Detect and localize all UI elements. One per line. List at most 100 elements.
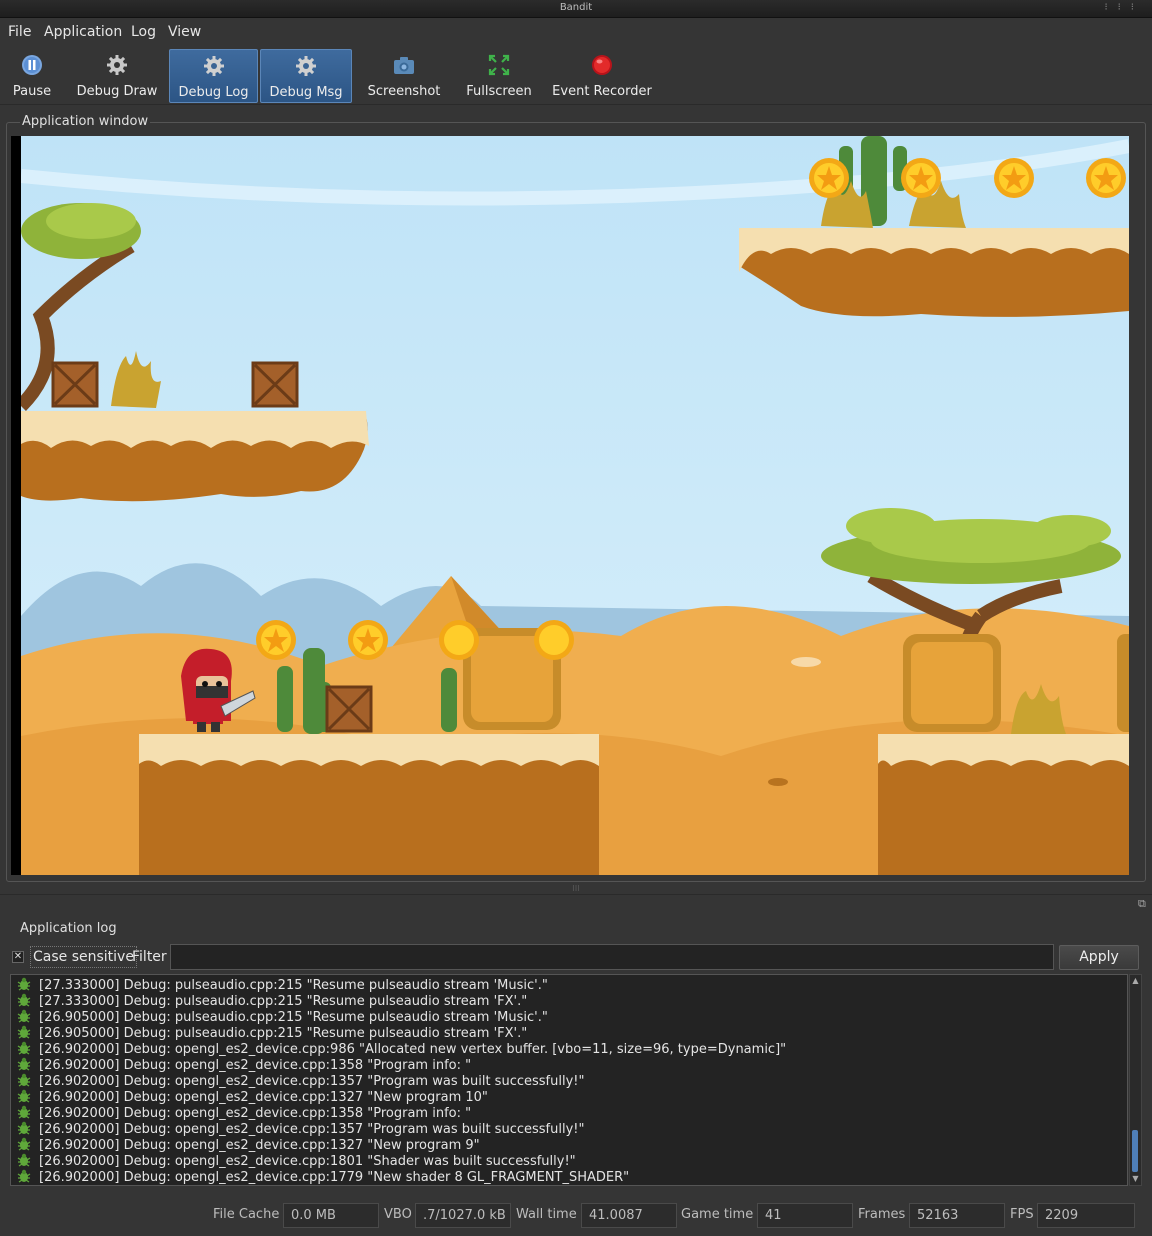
debug-log-button[interactable]: Debug Log bbox=[169, 49, 258, 103]
wall-time-value: 41.0087 bbox=[581, 1203, 677, 1228]
scrollbar-thumb[interactable] bbox=[1132, 1130, 1138, 1172]
bug-icon bbox=[17, 1009, 31, 1023]
coin bbox=[809, 158, 849, 198]
bug-icon bbox=[17, 1105, 31, 1119]
pause-button[interactable]: Pause bbox=[4, 49, 60, 103]
pause-label: Pause bbox=[12, 84, 52, 99]
filter-label: Filter bbox=[132, 949, 167, 965]
log-entry-text: [26.902000] Debug: opengl_es2_device.cpp… bbox=[39, 1122, 585, 1137]
scroll-down-icon[interactable]: ▼ bbox=[1130, 1174, 1141, 1184]
application-window-title: Application window bbox=[20, 114, 151, 129]
log-entry[interactable]: [26.905000] Debug: pulseaudio.cpp:215 "R… bbox=[17, 1025, 527, 1041]
ground-right bbox=[878, 734, 1129, 875]
log-entry[interactable]: [26.905000] Debug: pulseaudio.cpp:215 "R… bbox=[17, 1009, 548, 1025]
fullscreen-icon bbox=[488, 54, 510, 76]
menu-log[interactable]: Log bbox=[131, 24, 156, 40]
log-entry[interactable]: [26.902000] Debug: opengl_es2_device.cpp… bbox=[17, 1089, 488, 1105]
log-entry-text: [26.902000] Debug: opengl_es2_device.cpp… bbox=[39, 1106, 472, 1121]
coin bbox=[1086, 158, 1126, 198]
case-sensitive-label[interactable]: Case sensitive bbox=[30, 946, 137, 968]
log-list[interactable]: [27.333000] Debug: pulseaudio.cpp:215 "R… bbox=[10, 974, 1128, 1186]
bug-icon bbox=[17, 977, 31, 991]
log-entry[interactable]: [26.902000] Debug: opengl_es2_device.cpp… bbox=[17, 1121, 584, 1137]
event-recorder-button[interactable]: Event Recorder bbox=[548, 49, 656, 103]
crate bbox=[325, 685, 373, 733]
coin bbox=[256, 620, 296, 660]
bug-icon bbox=[17, 1089, 31, 1103]
log-entry-text: [26.905000] Debug: pulseaudio.cpp:215 "R… bbox=[39, 1010, 548, 1025]
wall-time-label: Wall time bbox=[516, 1207, 577, 1222]
log-entry-text: [26.902000] Debug: opengl_es2_device.cpp… bbox=[39, 1138, 480, 1153]
screenshot-button[interactable]: Screenshot bbox=[362, 49, 446, 103]
case-sensitive-checkbox[interactable]: ✕ bbox=[12, 951, 24, 963]
fps-label: FPS bbox=[1010, 1207, 1034, 1222]
platform-right-top bbox=[739, 228, 1129, 317]
log-entry[interactable]: [26.902000] Debug: opengl_es2_device.cpp… bbox=[17, 1057, 471, 1073]
bug-icon bbox=[17, 993, 31, 1007]
record-icon bbox=[592, 55, 612, 75]
apply-button[interactable]: Apply bbox=[1059, 945, 1139, 970]
coin bbox=[534, 620, 574, 660]
gear-icon bbox=[296, 56, 316, 76]
bug-icon bbox=[17, 1025, 31, 1039]
file-cache-value: 0.0 MB bbox=[283, 1203, 379, 1228]
frames-value: 52163 bbox=[909, 1203, 1005, 1228]
pause-icon bbox=[22, 55, 42, 75]
window-title: Bandit bbox=[559, 2, 593, 13]
menu-application[interactable]: Application bbox=[44, 24, 122, 40]
log-scrollbar[interactable]: ▲ ▼ bbox=[1129, 974, 1142, 1186]
debug-draw-button[interactable]: Debug Draw bbox=[72, 49, 162, 103]
bug-icon bbox=[17, 1121, 31, 1135]
bug-icon bbox=[17, 1041, 31, 1055]
camera-icon bbox=[394, 57, 414, 74]
game-time-value: 41 bbox=[757, 1203, 853, 1228]
scroll-up-icon[interactable]: ▲ bbox=[1130, 976, 1141, 986]
bug-icon bbox=[17, 1169, 31, 1183]
debug-msg-label: Debug Msg bbox=[269, 85, 343, 100]
game-time-label: Game time bbox=[681, 1207, 754, 1222]
game-viewport[interactable] bbox=[11, 136, 1129, 875]
fullscreen-button[interactable]: Fullscreen bbox=[460, 49, 538, 103]
log-entry[interactable]: [26.902000] Debug: opengl_es2_device.cpp… bbox=[17, 1105, 471, 1121]
toolbar: Pause Debug Draw Debug Log Debug Msg Scr… bbox=[0, 47, 1152, 105]
log-entry[interactable]: [27.333000] Debug: pulseaudio.cpp:215 "R… bbox=[17, 993, 527, 1009]
vbo-label: VBO bbox=[384, 1207, 412, 1222]
window-titlebar: Bandit ⁝⁝⁝ bbox=[0, 0, 1152, 18]
debug-log-label: Debug Log bbox=[178, 85, 249, 100]
log-entry[interactable]: [26.902000] Debug: opengl_es2_device.cpp… bbox=[17, 1073, 584, 1089]
float-panel-icon[interactable]: ⧉ bbox=[1138, 897, 1146, 911]
menu-file[interactable]: File bbox=[8, 24, 31, 40]
fullscreen-label: Fullscreen bbox=[466, 84, 532, 99]
coin bbox=[901, 158, 941, 198]
game-scene bbox=[21, 136, 1129, 875]
log-entry-text: [26.902000] Debug: opengl_es2_device.cpp… bbox=[39, 1170, 630, 1185]
debug-draw-label: Debug Draw bbox=[76, 84, 158, 99]
bug-icon bbox=[17, 1137, 31, 1151]
bug-icon bbox=[17, 1073, 31, 1087]
vbo-value: .7/1027.0 kB bbox=[415, 1203, 511, 1228]
log-entry-text: [27.333000] Debug: pulseaudio.cpp:215 "R… bbox=[39, 978, 548, 993]
log-entry[interactable]: [27.333000] Debug: pulseaudio.cpp:215 "R… bbox=[17, 977, 548, 993]
menu-view[interactable]: View bbox=[168, 24, 201, 40]
panel-splitter[interactable]: ⁝⁝⁝ bbox=[0, 884, 1152, 894]
filter-input[interactable] bbox=[170, 944, 1054, 970]
log-entry-text: [26.902000] Debug: opengl_es2_device.cpp… bbox=[39, 1042, 787, 1057]
file-cache-label: File Cache bbox=[213, 1207, 280, 1222]
bug-icon bbox=[17, 1057, 31, 1071]
stone-block bbox=[903, 634, 1001, 732]
fps-value: 2209 bbox=[1037, 1203, 1135, 1228]
log-entry[interactable]: [26.902000] Debug: opengl_es2_device.cpp… bbox=[17, 1041, 786, 1057]
log-entry[interactable]: [26.902000] Debug: opengl_es2_device.cpp… bbox=[17, 1153, 576, 1169]
bug-icon bbox=[17, 1153, 31, 1167]
ground-left bbox=[139, 734, 599, 875]
window-controls[interactable]: ⁝⁝⁝ bbox=[1104, 2, 1144, 13]
gear-icon bbox=[203, 56, 224, 76]
platform-left bbox=[21, 411, 369, 502]
coin bbox=[348, 620, 388, 660]
log-entry[interactable]: [26.902000] Debug: opengl_es2_device.cpp… bbox=[17, 1169, 629, 1185]
log-entry[interactable]: [26.902000] Debug: opengl_es2_device.cpp… bbox=[17, 1137, 480, 1153]
log-entry-text: [26.902000] Debug: opengl_es2_device.cpp… bbox=[39, 1074, 585, 1089]
log-entry-text: [26.905000] Debug: pulseaudio.cpp:215 "R… bbox=[39, 1026, 528, 1041]
menubar: File Application Log View bbox=[0, 19, 1152, 46]
debug-msg-button[interactable]: Debug Msg bbox=[260, 49, 352, 103]
